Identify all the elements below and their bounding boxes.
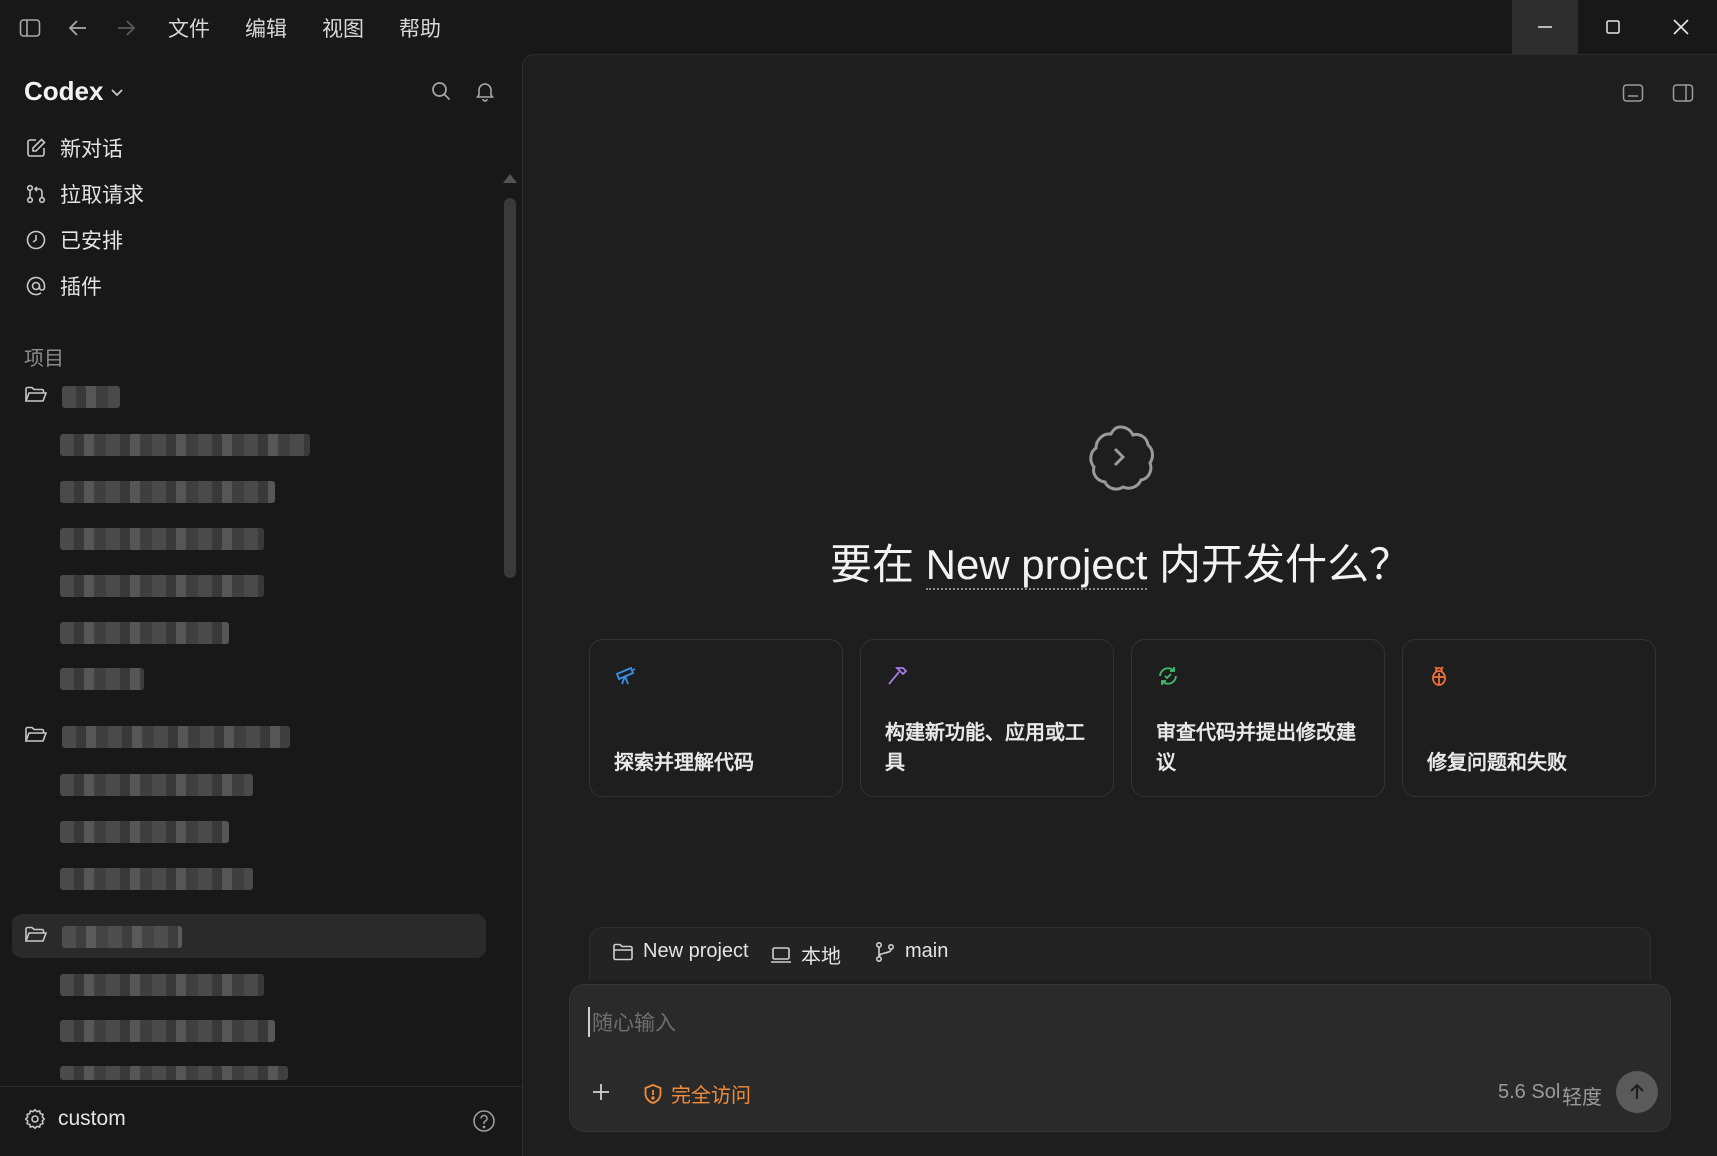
project-folder-row[interactable] [12,374,486,418]
card-label: 审查代码并提出修改建议 [1156,722,1356,774]
brand-switcher[interactable]: Codex [24,76,125,107]
add-attachment-icon[interactable] [590,1081,612,1103]
hero-heading: 要在 New project 内开发什么？ [523,531,1717,592]
hero-prefix: 要在 [829,541,926,588]
access-mode-button[interactable]: 完全访问 [642,1079,751,1108]
compose-icon [24,136,48,160]
branch-selector[interactable]: main [874,940,948,963]
message-input[interactable]: 随心输入 [588,1007,676,1037]
scroll-up-arrow[interactable] [503,174,517,183]
redacted-thread-item[interactable] [60,868,253,890]
suggestion-card-build[interactable]: 构建新功能、应用或工具 [860,639,1114,797]
brand-name: Codex [24,76,104,106]
nav-label-scheduled: 已安排 [60,230,123,253]
sidebar-scrollbar-thumb[interactable] [504,198,516,578]
project-folder-row-selected[interactable] [12,914,486,958]
main-panel: 要在 New project 内开发什么？ 探索并理解代码 构建新功能、应用或工… [522,54,1717,1156]
review-cycle-icon [1156,664,1180,688]
codex-logo-icon [1081,419,1159,497]
redacted-thread-item[interactable] [60,668,144,690]
nav-new-chat[interactable]: 新对话 [24,128,123,168]
forward-arrow-icon[interactable] [110,14,142,42]
redacted-thread-item[interactable] [60,528,264,550]
git-branch-icon [874,941,896,963]
settings-button[interactable]: custom [24,1107,126,1131]
at-sign-icon [24,274,48,298]
projects-section-label: 项目 [24,348,64,370]
nav-scheduled[interactable]: 已安排 [24,220,123,260]
menu-edit[interactable]: 编辑 [245,13,287,43]
pull-request-icon [24,182,48,206]
chevron-down-icon [109,84,125,100]
menu-file[interactable]: 文件 [168,13,210,43]
suggestion-card-explore[interactable]: 探索并理解代码 [589,639,843,797]
redacted-project-name [62,926,182,948]
search-icon[interactable] [426,76,456,106]
menu-help[interactable]: 帮助 [399,13,441,43]
redacted-thread-item[interactable] [60,434,310,456]
maximize-button[interactable] [1580,0,1646,54]
redacted-thread-item[interactable] [60,1066,288,1080]
project-selector-label: New project [643,940,749,962]
redacted-thread-item[interactable] [60,1020,275,1042]
suggestion-card-review[interactable]: 审查代码并提出修改建议 [1131,639,1385,797]
model-selector[interactable]: 5.6 Sol [1498,1081,1560,1104]
gear-icon [24,1108,46,1130]
nav-plugins[interactable]: 插件 [24,266,102,306]
nav-pull-requests[interactable]: 拉取请求 [24,174,144,214]
card-label: 构建新功能、应用或工具 [885,722,1085,774]
card-label: 修复问题和失败 [1427,752,1567,774]
sidebar-footer: custom [0,1086,522,1156]
folder-icon [612,942,634,962]
nav-label-plugins: 插件 [60,276,102,299]
access-mode-label: 完全访问 [671,1085,751,1107]
context-bar: New project 本地 main [589,927,1651,980]
project-selector[interactable]: New project [612,940,749,963]
hammer-icon [885,664,909,688]
redacted-thread-item[interactable] [60,622,229,644]
help-icon[interactable] [472,1109,496,1133]
reasoning-effort-selector[interactable]: 轻度 [1562,1081,1602,1110]
clock-icon [24,228,48,252]
redacted-thread-item[interactable] [60,974,264,996]
arrow-up-icon [1627,1082,1647,1102]
redacted-project-name [62,726,290,748]
folder-open-icon [24,924,48,946]
telescope-icon [614,664,638,688]
folder-open-icon [24,384,48,406]
composer: 随心输入 完全访问 5.6 Sol 轻度 [569,984,1671,1132]
redacted-thread-item[interactable] [60,481,275,503]
bug-icon [1427,664,1451,688]
folder-open-icon [24,724,48,746]
environment-selector[interactable]: 本地 [770,940,841,969]
toggle-sidebar-icon[interactable] [14,14,46,42]
redacted-thread-item[interactable] [60,821,229,843]
bell-icon[interactable] [470,76,500,106]
hero-project-link[interactable]: New project [925,541,1148,590]
minimize-button[interactable] [1512,0,1578,54]
title-bar: 文件 编辑 视图 帮助 [0,0,1717,54]
suggestion-card-fix[interactable]: 修复问题和失败 [1402,639,1656,797]
warning-shield-icon [642,1083,664,1105]
environment-label: 本地 [801,946,841,968]
laptop-icon [770,945,792,965]
branch-label: main [905,940,949,962]
redacted-project-name [62,386,120,408]
redacted-thread-item[interactable] [60,575,264,597]
hero-suffix: 内开发什么？ [1147,541,1412,588]
send-button[interactable] [1616,1071,1658,1113]
sidebar: Codex 新对话 拉取请求 已安排 插件 项目 custom [0,54,522,1155]
nav-label-new-chat: 新对话 [60,138,123,161]
project-folder-row[interactable] [12,714,486,758]
terminal-toggle-icon[interactable] [1617,77,1649,109]
close-button[interactable] [1648,0,1714,54]
right-panel-toggle-icon[interactable] [1667,77,1699,109]
menu-view[interactable]: 视图 [322,13,364,43]
back-arrow-icon[interactable] [62,14,94,42]
card-label: 探索并理解代码 [614,752,754,774]
redacted-thread-item[interactable] [60,774,253,796]
settings-label: custom [58,1107,126,1130]
nav-label-pull-requests: 拉取请求 [60,184,144,207]
